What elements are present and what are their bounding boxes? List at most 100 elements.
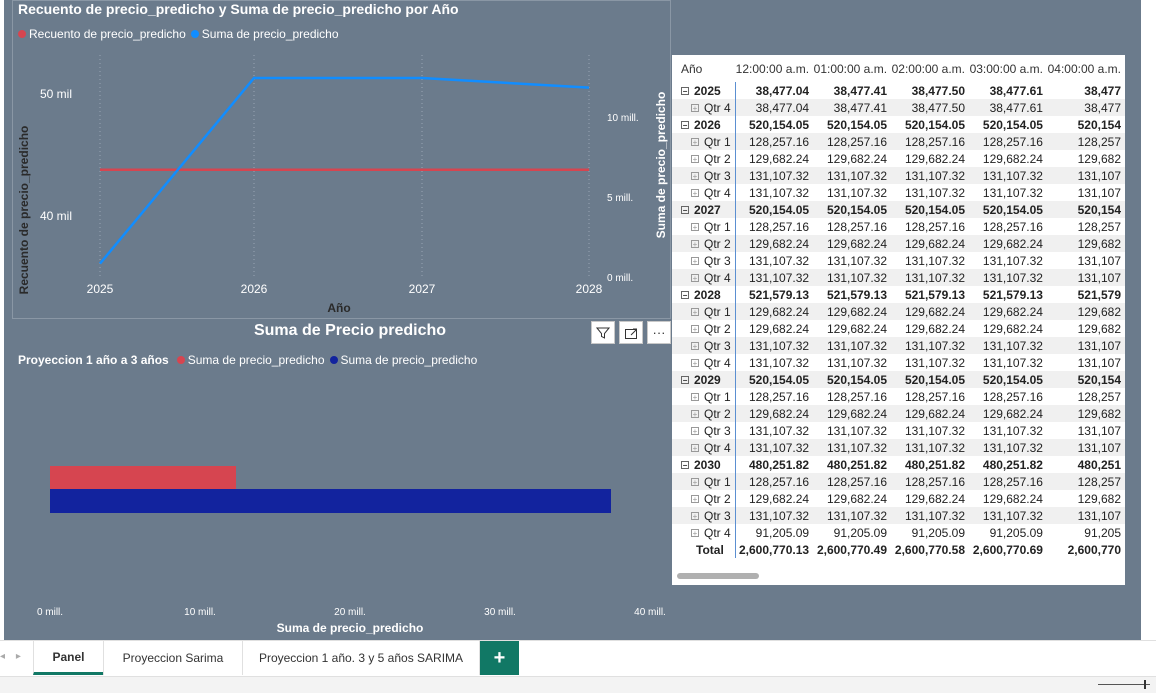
matrix-visual[interactable]: Año 12:00:00 a.m. 01:00:00 a.m. 02:00:00 a.… (672, 55, 1125, 585)
matrix-row-label[interactable]: −2026 (672, 116, 736, 133)
expand-icon[interactable]: + (691, 393, 699, 402)
matrix-row-label[interactable]: −2030 (672, 456, 736, 473)
legend-item-suma-blue[interactable]: Suma de precio_predicho (329, 353, 477, 367)
expand-icon[interactable]: + (691, 512, 699, 521)
tab-proyeccion-1-3-5[interactable]: Proyeccion 1 año. 3 y 5 años SARIMA (242, 641, 480, 675)
matrix-row-label[interactable]: + Qtr 4 (672, 354, 736, 371)
matrix-row-label[interactable]: −2028 (672, 286, 736, 303)
matrix-cell: 520,154.05 (982, 117, 1043, 132)
matrix-row-header[interactable]: Año (672, 55, 735, 82)
matrix-row-label[interactable]: + Qtr 2 (672, 320, 736, 337)
line-chart-title: Recuento de precio_predicho y Suma de pr… (18, 1, 459, 17)
collapse-icon[interactable]: − (681, 291, 689, 300)
matrix-row-label[interactable]: + Qtr 2 (672, 150, 736, 167)
matrix-column-header[interactable]: 04:00:00 a.m. (1047, 55, 1125, 82)
next-page-icon[interactable]: ▸ (16, 651, 21, 662)
matrix-cell: 38,477.50 (891, 99, 969, 116)
matrix-cell: 2,600,770.69 (972, 542, 1043, 557)
matrix-row-label[interactable]: + Qtr 4 (672, 269, 736, 286)
legend-item-recuento[interactable]: Recuento de precio_predicho (18, 27, 186, 41)
expand-icon[interactable]: + (691, 274, 699, 283)
row-label-text: Qtr 3 (704, 338, 731, 353)
matrix-cell: 128,257 (1077, 389, 1121, 404)
expand-icon[interactable]: + (691, 172, 699, 181)
matrix-row-label[interactable]: + Qtr 2 (672, 405, 736, 422)
matrix-row-label[interactable]: + Qtr 1 (672, 388, 736, 405)
matrix-row-label[interactable]: + Qtr 4 (672, 524, 736, 541)
focus-mode-icon[interactable] (619, 321, 643, 344)
tab-proyeccion-sarima[interactable]: Proyeccion Sarima (103, 641, 243, 675)
expand-icon[interactable]: + (691, 155, 699, 164)
expand-icon[interactable]: + (691, 529, 699, 538)
bar-x-axis-title: Suma de precio_predicho (277, 621, 424, 635)
matrix-row-label[interactable]: + Qtr 3 (672, 422, 736, 439)
expand-icon[interactable]: + (691, 189, 699, 198)
expand-icon[interactable]: + (691, 359, 699, 368)
expand-icon[interactable]: + (691, 325, 699, 334)
expand-icon[interactable]: + (691, 495, 699, 504)
matrix-cell: 131,107.32 (813, 167, 892, 184)
matrix-row-label[interactable]: + Qtr 3 (672, 167, 736, 184)
matrix-row-label[interactable]: + Qtr 3 (672, 507, 736, 524)
filter-icon[interactable] (591, 321, 615, 344)
matrix-row-label[interactable]: + Qtr 3 (672, 337, 736, 354)
expand-icon[interactable]: + (691, 223, 699, 232)
matrix-cell: 2,600,770.13 (738, 542, 810, 557)
matrix-cell: 520,154.05 (826, 117, 888, 132)
matrix-cell: 129,682.24 (735, 405, 814, 422)
expand-icon[interactable]: + (691, 104, 699, 113)
matrix-row-label[interactable]: + Qtr 2 (672, 235, 736, 252)
matrix-row-label[interactable]: + Qtr 2 (672, 490, 736, 507)
expand-icon[interactable]: + (691, 138, 699, 147)
collapse-icon[interactable]: − (681, 87, 689, 96)
matrix-column-header[interactable]: 01:00:00 a.m. (813, 55, 891, 82)
collapse-icon[interactable]: − (681, 461, 689, 470)
x-tick-label: 2028 (576, 282, 603, 296)
matrix-cell: 2,600,770 (1067, 542, 1121, 557)
collapse-icon[interactable]: − (681, 206, 689, 215)
matrix-cell: 131,107.32 (904, 253, 965, 268)
matrix-column-header[interactable]: 12:00:00 a.m. (735, 55, 813, 82)
expand-icon[interactable]: + (691, 444, 699, 453)
expand-icon[interactable]: + (691, 427, 699, 436)
expand-icon[interactable]: + (691, 308, 699, 317)
matrix-row-label[interactable]: + Qtr 4 (672, 184, 736, 201)
matrix-row-label[interactable]: −2027 (672, 201, 736, 218)
more-options-icon[interactable]: ··· (647, 321, 671, 344)
zoom-slider[interactable] (1098, 684, 1150, 685)
matrix-row-label[interactable]: −2029 (672, 371, 736, 388)
matrix-row-label[interactable]: + Qtr 1 (672, 303, 736, 320)
matrix-row-label[interactable]: −2025 (672, 82, 736, 99)
matrix-row-label[interactable]: + Qtr 4 (672, 99, 736, 116)
collapse-icon[interactable]: − (681, 376, 689, 385)
matrix-cell: 131,107.32 (749, 355, 810, 370)
matrix-cell: 128,257.16 (826, 389, 888, 404)
matrix-cell: 521,579.13 (982, 287, 1043, 302)
matrix-row-label[interactable]: Total (672, 541, 736, 558)
matrix-cell: 38,477.41 (813, 99, 892, 116)
collapse-icon[interactable]: − (681, 121, 689, 130)
prev-page-icon[interactable]: ◂ (0, 651, 5, 662)
matrix-horizontal-scrollbar[interactable] (677, 573, 759, 579)
matrix-row-label[interactable]: + Qtr 3 (672, 252, 736, 269)
x-tick-label: 20 mill. (334, 607, 366, 618)
expand-icon[interactable]: + (691, 240, 699, 249)
legend-item-suma-red[interactable]: Suma de precio_predicho (176, 353, 325, 367)
expand-icon[interactable]: + (691, 342, 699, 351)
tab-panel[interactable]: Panel (33, 641, 104, 675)
matrix-cell: 128,257.16 (735, 473, 814, 490)
tab-nav-arrows[interactable]: ◂ ▸ (0, 651, 21, 662)
expand-icon[interactable]: + (691, 257, 699, 266)
zoom-slider-thumb[interactable] (1144, 680, 1146, 689)
add-page-button[interactable]: + (480, 641, 519, 675)
matrix-row-label[interactable]: + Qtr 4 (672, 439, 736, 456)
matrix-column-header[interactable]: 03:00:00 a.m. (969, 55, 1047, 82)
matrix-row-label[interactable]: + Qtr 1 (672, 218, 736, 235)
matrix-row-label[interactable]: + Qtr 1 (672, 133, 736, 150)
legend-item-suma[interactable]: Suma de precio_predicho (190, 27, 339, 41)
matrix-cell: 129,682.24 (813, 303, 892, 320)
expand-icon[interactable]: + (691, 478, 699, 487)
matrix-row-label[interactable]: + Qtr 1 (672, 473, 736, 490)
expand-icon[interactable]: + (691, 410, 699, 419)
matrix-column-header[interactable]: 02:00:00 a.m. (891, 55, 969, 82)
